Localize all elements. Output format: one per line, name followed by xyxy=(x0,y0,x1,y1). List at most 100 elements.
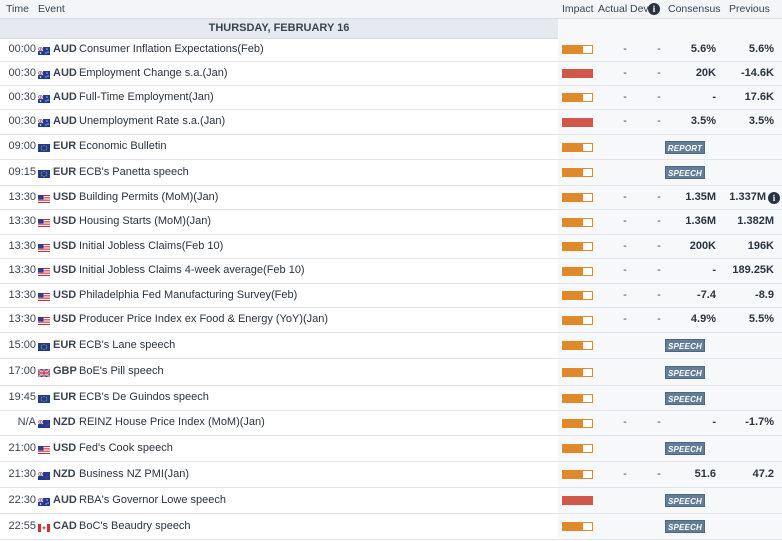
table-row[interactable]: 00:30 AUD Employment Change s.a.(Jan) - - 20K… xyxy=(0,62,782,86)
table-row[interactable]: 21:30 NZD Business NZ PMI(Jan) - - 51.6 47.2 xyxy=(0,462,782,488)
event-name[interactable]: ECB's De Guindos speech xyxy=(79,391,209,403)
table-header: Time Event Impact Actual Dev i Consensus… xyxy=(0,0,782,19)
actual-value: - xyxy=(623,215,627,227)
table-row[interactable]: 21:00 USD Fed's Cook speech SPEECH xyxy=(0,436,782,462)
table-row[interactable]: 17:00 GBP BoE's Pill speech SPEECH xyxy=(0,359,782,386)
us-flag-icon xyxy=(38,194,50,203)
deviation-value: - xyxy=(657,240,661,252)
consensus-value: 3.5% xyxy=(690,115,716,127)
impact-indicator xyxy=(562,522,593,531)
event-time: 13:30 xyxy=(8,215,36,227)
event-time: 22:55 xyxy=(8,520,36,532)
table-row[interactable]: 13:30 USD Housing Starts (MoM)(Jan) - - 1.36M… xyxy=(0,210,782,235)
actual-value: - xyxy=(623,115,627,127)
event-name[interactable]: Fed's Cook speech xyxy=(79,442,173,454)
event-time: 17:00 xyxy=(8,365,36,377)
event-name[interactable]: ECB's Panetta speech xyxy=(79,166,189,178)
eu-flag-icon xyxy=(38,143,50,152)
event-name[interactable]: Economic Bulletin xyxy=(79,140,166,152)
currency-code: AUD xyxy=(53,494,77,506)
speech-badge[interactable]: SPEECH xyxy=(665,392,705,405)
event-time: 21:30 xyxy=(8,468,36,480)
currency-code: EUR xyxy=(53,391,77,403)
event-time: 21:00 xyxy=(8,442,36,454)
event-time: N/A xyxy=(17,416,36,428)
event-name[interactable]: Producer Price Index ex Food & Energy (Y… xyxy=(79,313,328,325)
dev-info-icon[interactable]: i xyxy=(648,3,660,15)
event-name[interactable]: BoE's Pill speech xyxy=(79,365,164,377)
table-row[interactable]: 13:30 USD Initial Jobless Claims 4-week av… xyxy=(0,259,782,284)
consensus-value: 20K xyxy=(695,67,716,79)
event-name[interactable]: Full-Time Employment(Jan) xyxy=(79,91,214,103)
currency-code: AUD xyxy=(53,91,77,103)
table-row[interactable]: 22:55 CAD BoC's Beaudry speech SPEECH xyxy=(0,514,782,540)
event-name[interactable]: REINZ House Price Index (MoM)(Jan) xyxy=(79,416,265,428)
deviation-value: - xyxy=(657,67,661,79)
event-name[interactable]: Building Permits (MoM)(Jan) xyxy=(79,191,218,203)
table-row[interactable]: 13:30 USD Producer Price Index ex Food & E… xyxy=(0,308,782,333)
table-row[interactable]: 00:00 AUD Consumer Inflation Expectations(… xyxy=(0,38,782,62)
event-name[interactable]: Initial Jobless Claims 4-week average(Fe… xyxy=(79,264,305,276)
currency-code: NZD xyxy=(53,416,76,428)
speech-badge[interactable]: SPEECH xyxy=(665,520,705,533)
event-name[interactable]: Business NZ PMI(Jan) xyxy=(79,468,189,480)
table-row[interactable]: 00:30 AUD Full-Time Employment(Jan) - - - 17.6… xyxy=(0,86,782,110)
impact-indicator xyxy=(562,444,593,453)
table-row[interactable]: 19:45 EUR ECB's De Guindos speech SPEECH xyxy=(0,386,782,411)
consensus-value: - xyxy=(712,416,716,428)
speech-badge[interactable]: SPEECH xyxy=(665,166,705,179)
speech-badge[interactable]: SPEECH xyxy=(665,442,705,455)
actual-value: - xyxy=(623,468,627,480)
impact-indicator xyxy=(562,118,593,127)
table-row[interactable]: 15:00 EUR ECB's Lane speech SPEECH xyxy=(0,333,782,359)
us-flag-icon xyxy=(38,267,50,276)
event-name[interactable]: Housing Starts (MoM)(Jan) xyxy=(79,215,211,227)
event-time: 00:30 xyxy=(8,115,36,127)
consensus-value: 4.9% xyxy=(690,313,716,325)
impact-indicator xyxy=(562,218,593,227)
impact-indicator xyxy=(562,143,593,152)
previous-value: -8.9 xyxy=(755,289,774,301)
event-time: 13:30 xyxy=(8,191,36,203)
event-time: 00:00 xyxy=(8,43,36,55)
report-badge[interactable]: REPORT xyxy=(665,141,705,154)
event-name[interactable]: BoC's Beaudry speech xyxy=(79,520,191,532)
impact-indicator xyxy=(562,316,593,325)
table-row[interactable]: 09:00 EUR Economic Bulletin REPORT xyxy=(0,135,782,160)
event-name[interactable]: Philadelphia Fed Manufacturing Survey(Fe… xyxy=(79,289,297,301)
speech-badge[interactable]: SPEECH xyxy=(665,366,705,379)
table-row[interactable]: N/A NZD REINZ House Price Index (MoM)(Jan)… xyxy=(0,411,782,436)
event-time: 00:30 xyxy=(8,67,36,79)
event-name[interactable]: Consumer Inflation Expectations(Feb) xyxy=(79,43,264,55)
event-name[interactable]: Employment Change s.a.(Jan) xyxy=(79,67,228,79)
table-row[interactable]: 13:30 USD Initial Jobless Claims(Feb 10) - -… xyxy=(0,235,782,259)
revision-info-icon[interactable]: i xyxy=(768,192,780,204)
au-flag-icon xyxy=(37,70,50,79)
deviation-value: - xyxy=(657,313,661,325)
previous-value: 47.2 xyxy=(752,468,774,480)
table-row[interactable]: 00:30 AUD Unemployment Rate s.a.(Jan) - - 3.5… xyxy=(0,110,782,135)
impact-indicator xyxy=(562,69,593,78)
deviation-value: - xyxy=(657,289,661,301)
event-name[interactable]: RBA's Governor Lowe speech xyxy=(79,494,226,506)
currency-code: EUR xyxy=(53,140,77,152)
table-row[interactable]: 22:30 AUD RBA's Governor Lowe speech SPEECH xyxy=(0,488,782,514)
impact-indicator xyxy=(562,45,593,54)
ca-flag-icon xyxy=(38,523,50,532)
us-flag-icon xyxy=(38,218,50,227)
col-actual-header: Actual xyxy=(598,3,628,15)
speech-badge[interactable]: SPEECH xyxy=(665,494,705,507)
previous-value: 196K xyxy=(747,240,774,252)
event-time: 22:30 xyxy=(8,494,36,506)
consensus-value: - xyxy=(712,91,716,103)
event-name[interactable]: ECB's Lane speech xyxy=(79,339,175,351)
event-name[interactable]: Unemployment Rate s.a.(Jan) xyxy=(79,115,225,127)
impact-indicator xyxy=(562,341,593,350)
speech-badge[interactable]: SPEECH xyxy=(665,339,705,352)
table-row[interactable]: 13:30 USD Philadelphia Fed Manufacturing S… xyxy=(0,284,782,308)
event-name[interactable]: Initial Jobless Claims(Feb 10) xyxy=(79,240,223,252)
impact-indicator xyxy=(562,394,593,403)
table-row[interactable]: 09:15 EUR ECB's Panetta speech SPEECH xyxy=(0,160,782,186)
previous-value: 17.6K xyxy=(744,91,774,103)
table-row[interactable]: 13:30 USD Building Permits (MoM)(Jan) - - 1.3… xyxy=(0,186,782,210)
